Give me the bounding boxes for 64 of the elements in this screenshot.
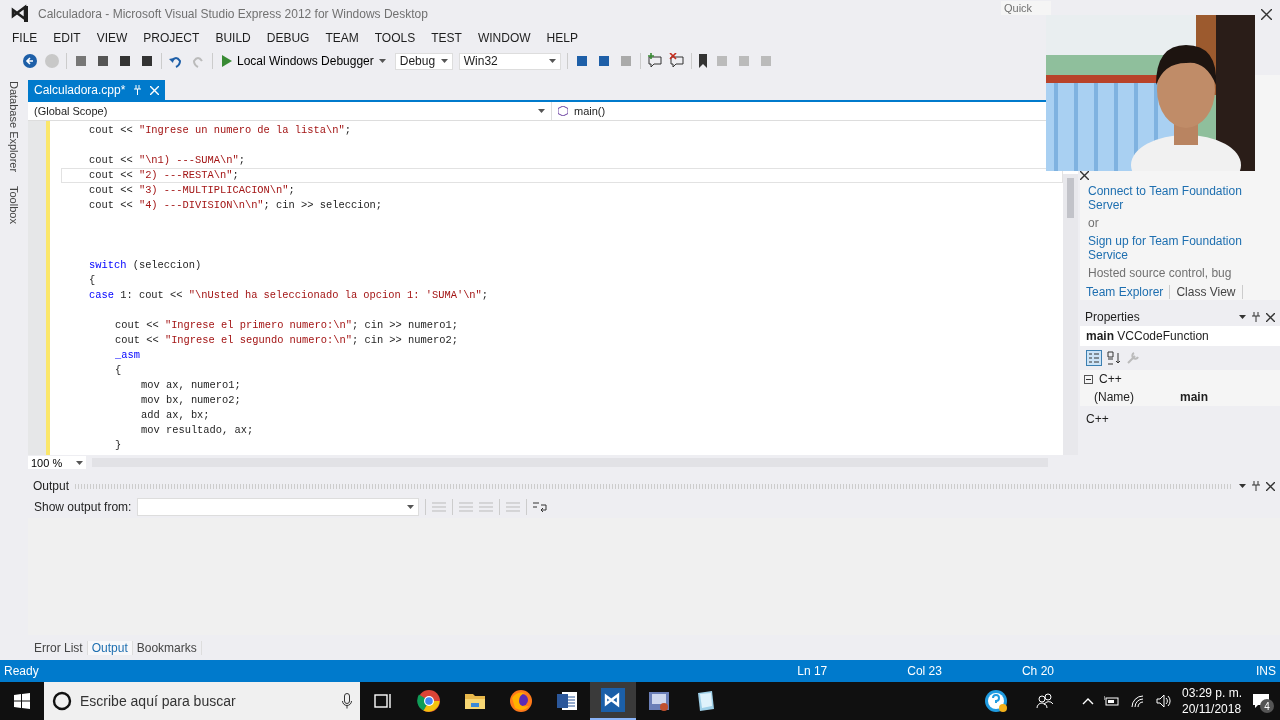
code-line: mov resultado, ax; <box>141 423 254 438</box>
configuration-dropdown[interactable]: Debug <box>394 52 453 70</box>
zoom-dropdown[interactable]: 100 % <box>28 456 86 469</box>
link[interactable]: Connect to Team Foundation Server <box>1088 184 1272 212</box>
hint-text: or <box>1088 216 1100 230</box>
code-line: switch (seleccion) <box>89 258 202 273</box>
notification-count: 4 <box>1260 699 1274 713</box>
code-line: cout << "2) ---RESTA\n"; <box>89 168 239 183</box>
menu-item[interactable]: VIEW <box>88 30 136 45</box>
scope-dropdown[interactable]: (Global Scope) <box>28 102 552 120</box>
code-line: case 1: cout << "\nUsted ha seleccionado la opcion 1: 'SUMA'\n"; <box>89 288 489 303</box>
hint-text: Hosted source control, bug <box>1088 266 1233 280</box>
panel-title: Properties <box>1085 310 1141 324</box>
property-description: C++ <box>1085 411 1110 428</box>
status-text: Ready <box>4 664 39 678</box>
field-label: Show output from: <box>34 500 132 514</box>
panel-tab[interactable]: Class View <box>1170 285 1243 299</box>
menu-item[interactable]: WINDOW <box>469 30 539 45</box>
code-line: _asm <box>115 348 140 363</box>
code-line: cout << "\n1) ---SUMA\n"; <box>89 153 245 168</box>
menu-item[interactable]: TOOLS <box>366 30 424 45</box>
platform-dropdown[interactable]: Win32 <box>458 52 561 70</box>
panel-title: Output <box>33 479 70 493</box>
search-field[interactable]: Escribe aquí para buscar <box>80 690 334 712</box>
window-title: Calculadora - Microsoft Visual Studio Express 2012 for Windows Desktop <box>38 7 429 21</box>
line-number: Ln 17 <box>797 664 828 678</box>
property-value[interactable]: main <box>1180 390 1208 404</box>
menu-item[interactable]: FILE <box>4 30 46 45</box>
category-row[interactable]: C++ <box>1080 370 1280 388</box>
menu-item[interactable]: TEAM <box>317 30 367 45</box>
code-line: { <box>115 363 122 378</box>
code-line: cout << "4) ---DIVISION\n\n"; cin >> seleccion; <box>89 198 383 213</box>
side-tab[interactable]: Toolbox <box>8 186 20 225</box>
link[interactable]: Sign up for Team Foundation Service <box>1088 234 1272 262</box>
property-name: (Name) <box>1093 390 1135 404</box>
insert-mode: INS <box>1256 664 1276 678</box>
member-dropdown[interactable]: main() <box>552 102 1042 120</box>
search-box[interactable]: Escribe aquí para buscar <box>44 682 360 720</box>
code-line: cout << "Ingrese el primero numero:\n"; cin >> numero1; <box>115 318 458 333</box>
code-line: cout << "Ingrese un numero de la lista\n"; <box>89 123 351 138</box>
char-number: Ch 20 <box>1021 664 1054 678</box>
code-line: } <box>115 438 122 453</box>
panel-tab[interactable]: Output <box>87 640 133 655</box>
side-tab[interactable]: Database Explorer <box>8 81 20 173</box>
quick-launch-field[interactable]: Quick <box>1001 1 1051 15</box>
menu-item[interactable]: DEBUG <box>258 30 318 45</box>
menu-item[interactable]: TEST <box>423 30 470 45</box>
object-dropdown[interactable]: main VCCodeFunction <box>1080 326 1280 346</box>
code-line: { <box>89 273 96 288</box>
clock[interactable]: 03:29 p. m. 20/11/2018 <box>1181 685 1242 717</box>
panel-tab[interactable]: Team Explorer <box>1080 285 1171 299</box>
menu-item[interactable]: HELP <box>538 30 586 45</box>
code-line: add ax, bx; <box>141 408 210 423</box>
menu-item[interactable]: PROJECT <box>135 30 208 45</box>
code-line: cout << "Ingrese el segundo numero:\n"; cin >> numero2; <box>115 333 458 348</box>
menu-item[interactable]: BUILD <box>207 30 259 45</box>
column-number: Col 23 <box>907 664 942 678</box>
code-line: mov ax, numero1; <box>141 378 241 393</box>
code-line: cout << "3) ---MULTIPLICACION\n"; <box>89 183 295 198</box>
start-debugging-button[interactable]: Local Windows Debugger <box>219 52 389 70</box>
panel-tab[interactable]: Bookmarks <box>132 640 202 655</box>
menu-item[interactable]: EDIT <box>45 30 89 45</box>
code-line: mov bx, numero2; <box>141 393 241 408</box>
panel-tab[interactable]: Error List <box>30 640 88 655</box>
